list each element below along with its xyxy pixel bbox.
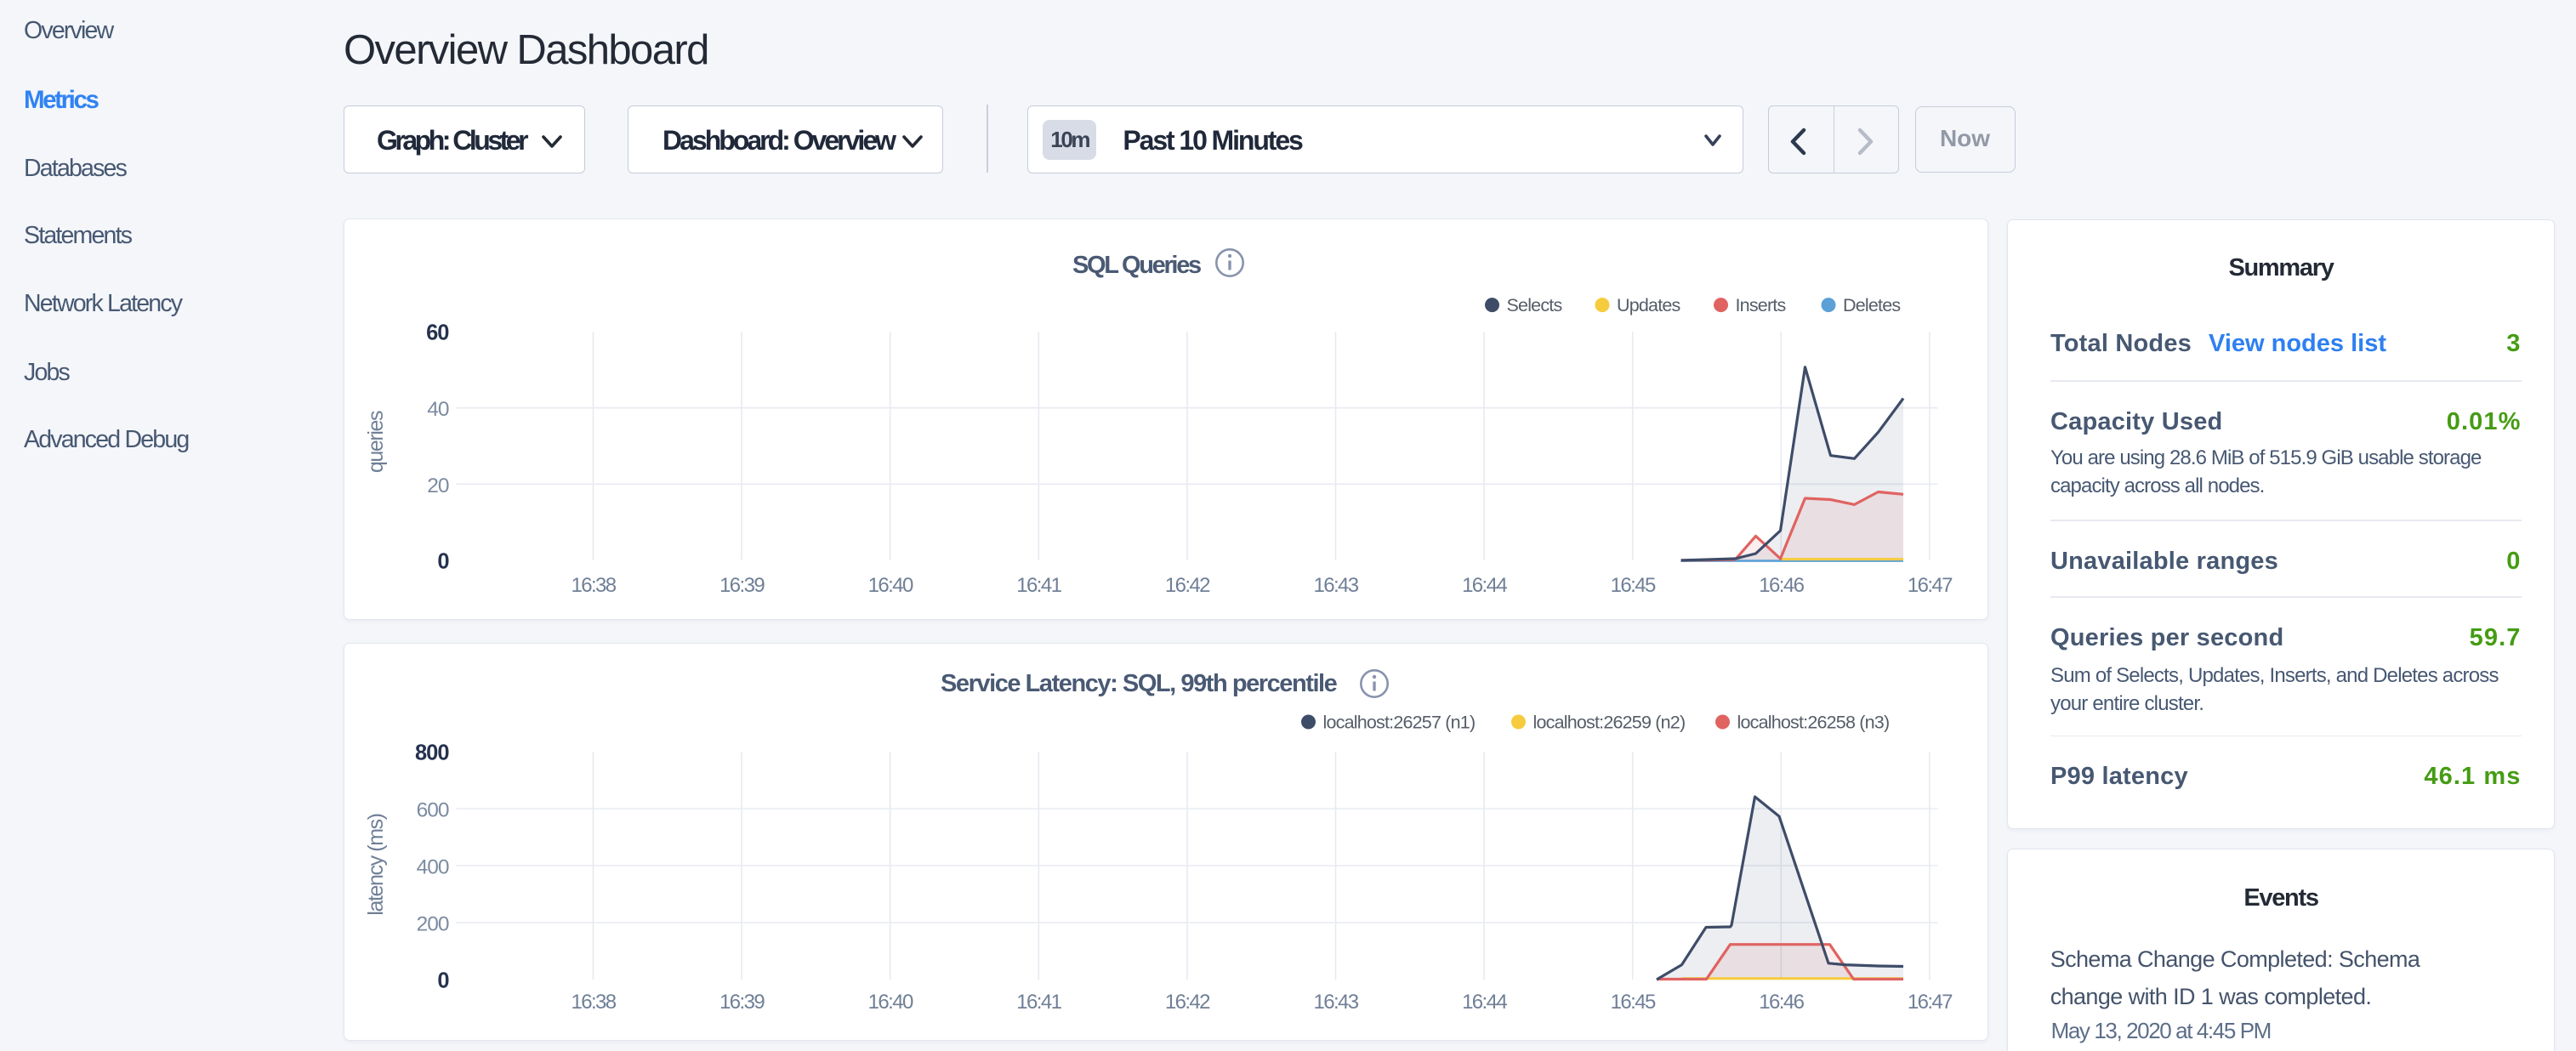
svg-text:16:40: 16:40 (867, 991, 913, 1014)
svg-text:200: 200 (416, 913, 448, 936)
svg-text:0: 0 (437, 550, 449, 574)
svg-text:16:44: 16:44 (1462, 991, 1507, 1014)
svg-text:16:43: 16:43 (1313, 574, 1358, 597)
svg-text:16:41: 16:41 (1016, 574, 1061, 597)
svg-text:16:45: 16:45 (1610, 991, 1655, 1014)
svg-text:queries: queries (364, 411, 388, 473)
svg-text:latency (ms): latency (ms) (364, 814, 388, 915)
svg-text:16:41: 16:41 (1016, 991, 1061, 1014)
svg-text:16:38: 16:38 (571, 574, 616, 597)
svg-text:localhost:26259 (n2): localhost:26259 (n2) (1533, 713, 1685, 733)
svg-text:Selects: Selects (1506, 295, 1561, 315)
svg-text:16:42: 16:42 (1164, 991, 1209, 1014)
svg-text:Deletes: Deletes (1843, 295, 1900, 315)
svg-text:40: 40 (427, 398, 449, 421)
svg-text:16:40: 16:40 (867, 574, 913, 597)
svg-text:800: 800 (414, 741, 448, 765)
svg-text:400: 400 (416, 856, 448, 879)
svg-text:16:39: 16:39 (719, 574, 765, 597)
svg-text:600: 600 (416, 799, 448, 822)
svg-text:0: 0 (437, 969, 449, 993)
svg-text:Updates: Updates (1617, 295, 1680, 315)
svg-text:localhost:26257 (n1): localhost:26257 (n1) (1322, 713, 1475, 733)
svg-text:16:39: 16:39 (719, 991, 765, 1014)
svg-text:16:45: 16:45 (1610, 574, 1655, 597)
svg-text:16:46: 16:46 (1759, 991, 1804, 1014)
svg-text:16:42: 16:42 (1164, 574, 1209, 597)
svg-text:16:47: 16:47 (1907, 991, 1952, 1014)
svg-text:16:43: 16:43 (1313, 991, 1358, 1014)
svg-text:20: 20 (427, 474, 449, 497)
svg-text:16:38: 16:38 (571, 991, 616, 1014)
svg-text:16:44: 16:44 (1462, 574, 1507, 597)
svg-text:Inserts: Inserts (1735, 295, 1785, 315)
svg-text:60: 60 (426, 321, 449, 345)
svg-text:16:46: 16:46 (1759, 574, 1804, 597)
svg-text:16:47: 16:47 (1907, 574, 1952, 597)
svg-text:localhost:26258 (n3): localhost:26258 (n3) (1737, 713, 1889, 733)
